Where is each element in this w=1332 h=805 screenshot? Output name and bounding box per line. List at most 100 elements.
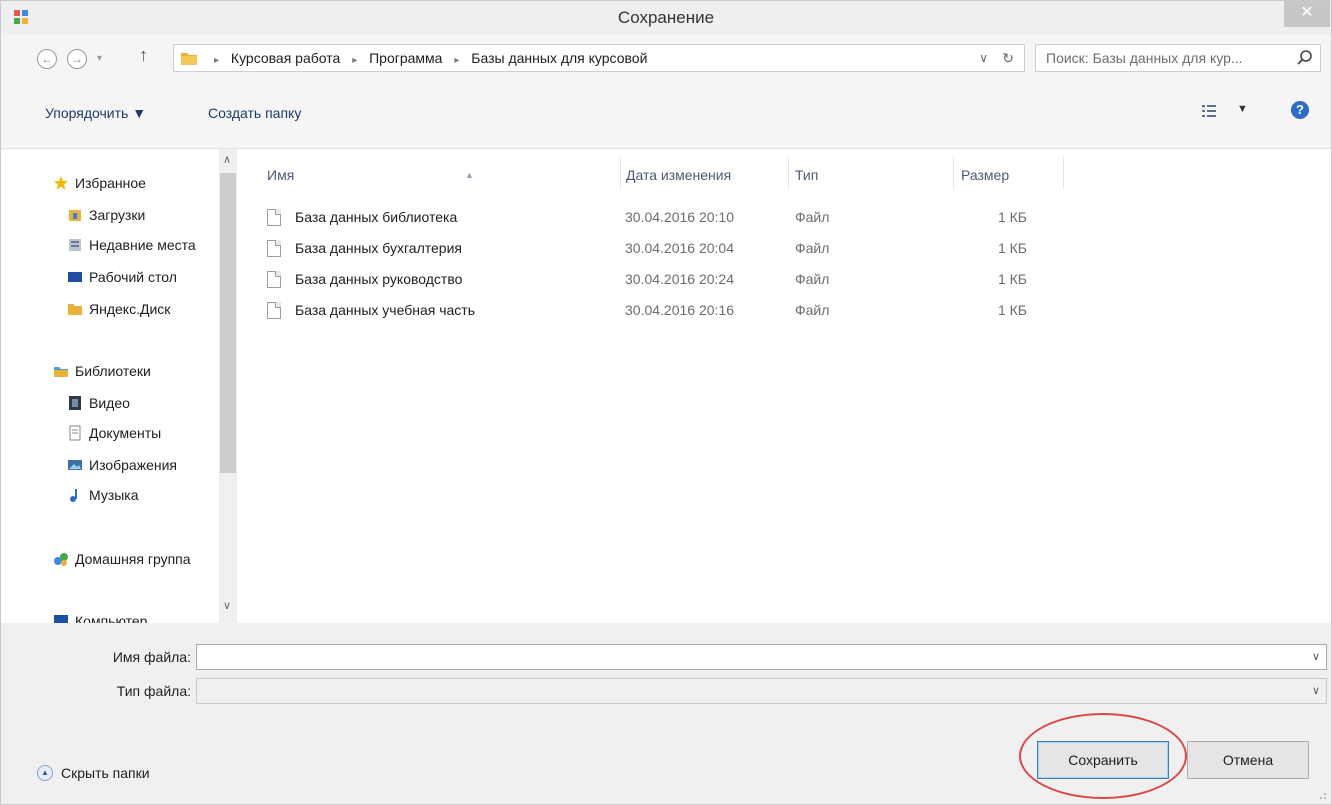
close-button[interactable]: ✕	[1284, 1, 1330, 27]
file-date: 30.04.2016 20:24	[625, 271, 734, 287]
tree-item-label: Загрузки	[89, 207, 146, 223]
documents-icon	[69, 425, 81, 441]
sort-ascending-icon: ▲	[465, 170, 474, 180]
resize-grip-icon[interactable]	[1317, 790, 1327, 800]
breadcrumb-item-kursovaya[interactable]: Курсовая работа	[231, 50, 340, 66]
address-dropdown-icon[interactable]: ∨	[979, 45, 988, 71]
file-date: 30.04.2016 20:16	[625, 302, 734, 318]
downloads-folder-icon	[69, 210, 81, 221]
column-header-label: Имя	[267, 167, 295, 183]
hide-folders-label: Скрыть папки	[61, 765, 150, 781]
save-dialog: Сохранение ✕ ← → ▾ ↑ ▸ Курсовая работа ▸…	[0, 0, 1332, 805]
file-name: База данных бухгалтерия	[295, 240, 462, 256]
file-icon	[267, 240, 281, 257]
window-title: Сохранение	[617, 8, 715, 27]
file-name: База данных библиотека	[295, 209, 458, 225]
filename-label: Имя файла:	[112, 649, 191, 665]
recent-places-icon	[69, 239, 81, 251]
up-button[interactable]: ↑	[139, 45, 148, 66]
column-header-date[interactable]: Дата изменения	[626, 163, 731, 187]
file-list: Имя ▲ Дата изменения Тип Размер База дан…	[237, 149, 1331, 623]
refresh-icon[interactable]: ↻	[1002, 45, 1014, 71]
file-size: 1 КБ	[997, 209, 1027, 225]
title-bar: Сохранение ✕	[1, 1, 1331, 35]
column-header-type[interactable]: Тип	[795, 163, 818, 187]
file-size: 1 КБ	[997, 240, 1027, 256]
view-options-icon[interactable]	[1201, 103, 1217, 119]
table-row[interactable]: База данных учебная часть 30.04.2016 20:…	[267, 296, 1087, 324]
back-button[interactable]: ←	[37, 49, 57, 69]
libraries-icon	[54, 367, 68, 377]
view-dropdown-icon[interactable]: ▼	[1237, 103, 1248, 115]
collapse-icon: ▲	[37, 765, 53, 781]
folder-icon	[181, 53, 197, 65]
navigation-bar: ← → ▾ ↑ ▸ Курсовая работа ▸ Программа ▸ …	[1, 35, 1331, 81]
tree-item-label: Рабочий стол	[89, 269, 177, 285]
table-row[interactable]: База данных библиотека 30.04.2016 20:10 …	[267, 203, 1087, 231]
breadcrumb-item-programma[interactable]: Программа	[369, 50, 442, 66]
scroll-up-icon[interactable]: ∧	[223, 153, 231, 166]
tree-item-label: Недавние места	[89, 237, 196, 253]
scroll-down-icon[interactable]: ∨	[223, 599, 231, 612]
pictures-icon	[68, 460, 82, 470]
tree-item-label: Музыка	[89, 487, 139, 503]
filename-field[interactable]: ∨	[196, 644, 1327, 670]
file-icon	[267, 209, 281, 226]
file-date: 30.04.2016 20:04	[625, 240, 734, 256]
file-size: 1 КБ	[997, 271, 1027, 287]
tree-item-label: Изображения	[89, 457, 177, 473]
search-input[interactable]: Поиск: Базы данных для кур...	[1035, 44, 1321, 72]
file-date: 30.04.2016 20:10	[625, 209, 734, 225]
tree-item-label: Библиотеки	[75, 363, 151, 379]
file-type: Файл	[795, 240, 830, 256]
column-header-name[interactable]: Имя ▲	[267, 163, 474, 187]
file-type: Файл	[795, 209, 830, 225]
cancel-button[interactable]: Отмена	[1187, 741, 1309, 779]
tree-item-label: Видео	[89, 395, 130, 411]
breadcrumb-item-bazy-dannyh[interactable]: Базы данных для курсовой	[471, 50, 647, 66]
file-name: База данных учебная часть	[295, 302, 475, 318]
folder-icon	[68, 304, 82, 315]
filetype-label: Тип файла:	[116, 683, 191, 699]
breadcrumb-separator-icon: ▸	[454, 55, 460, 66]
file-type: Файл	[795, 302, 830, 318]
tree-item-label: Документы	[89, 425, 162, 441]
tree-item-label: Яндекс.Диск	[89, 301, 171, 317]
search-placeholder: Поиск: Базы данных для кур...	[1046, 50, 1243, 66]
filetype-select[interactable]: ∨	[196, 678, 1327, 704]
file-icon	[267, 271, 281, 288]
tree-item-label: Компьютер	[75, 613, 148, 623]
music-icon	[70, 489, 77, 502]
breadcrumb-separator-icon: ▸	[214, 55, 220, 66]
navigation-pane: Избранное Загрузки Недавние места Рабочи…	[1, 149, 237, 623]
forward-button[interactable]: →	[67, 49, 87, 69]
tree-item-label: Избранное	[75, 175, 146, 191]
column-divider[interactable]	[1063, 157, 1064, 189]
breadcrumb: ▸ Курсовая работа ▸ Программа ▸ Базы дан…	[206, 45, 647, 71]
new-folder-button[interactable]: Создать папку	[208, 101, 301, 125]
computer-icon	[54, 615, 68, 623]
file-type: Файл	[795, 271, 830, 287]
desktop-icon	[68, 272, 82, 282]
file-icon	[267, 302, 281, 319]
table-row[interactable]: База данных бухгалтерия 30.04.2016 20:04…	[267, 234, 1087, 262]
video-icon	[69, 396, 81, 410]
history-dropdown-icon[interactable]: ▾	[97, 53, 102, 64]
table-row[interactable]: База данных руководство 30.04.2016 20:24…	[267, 265, 1087, 293]
chevron-down-icon[interactable]: ∨	[1312, 645, 1320, 669]
address-bar[interactable]: ▸ Курсовая работа ▸ Программа ▸ Базы дан…	[173, 44, 1025, 72]
column-divider[interactable]	[620, 157, 621, 189]
chevron-down-icon[interactable]: ∨	[1312, 679, 1320, 703]
column-divider[interactable]	[953, 157, 954, 189]
organize-button[interactable]: Упорядочить ▼	[45, 101, 146, 125]
search-icon[interactable]	[1296, 49, 1314, 67]
scrollbar-thumb[interactable]	[220, 173, 236, 473]
column-header-size[interactable]: Размер	[961, 163, 1009, 187]
breadcrumb-separator-icon: ▸	[352, 55, 358, 66]
highlight-annotation-circle	[1019, 713, 1187, 799]
help-icon[interactable]: ?	[1291, 101, 1309, 119]
star-icon	[54, 176, 68, 190]
column-divider[interactable]	[788, 157, 789, 189]
toolbar: Упорядочить ▼ Создать папку ▼ ?	[1, 81, 1331, 149]
homegroup-icon	[54, 553, 68, 566]
